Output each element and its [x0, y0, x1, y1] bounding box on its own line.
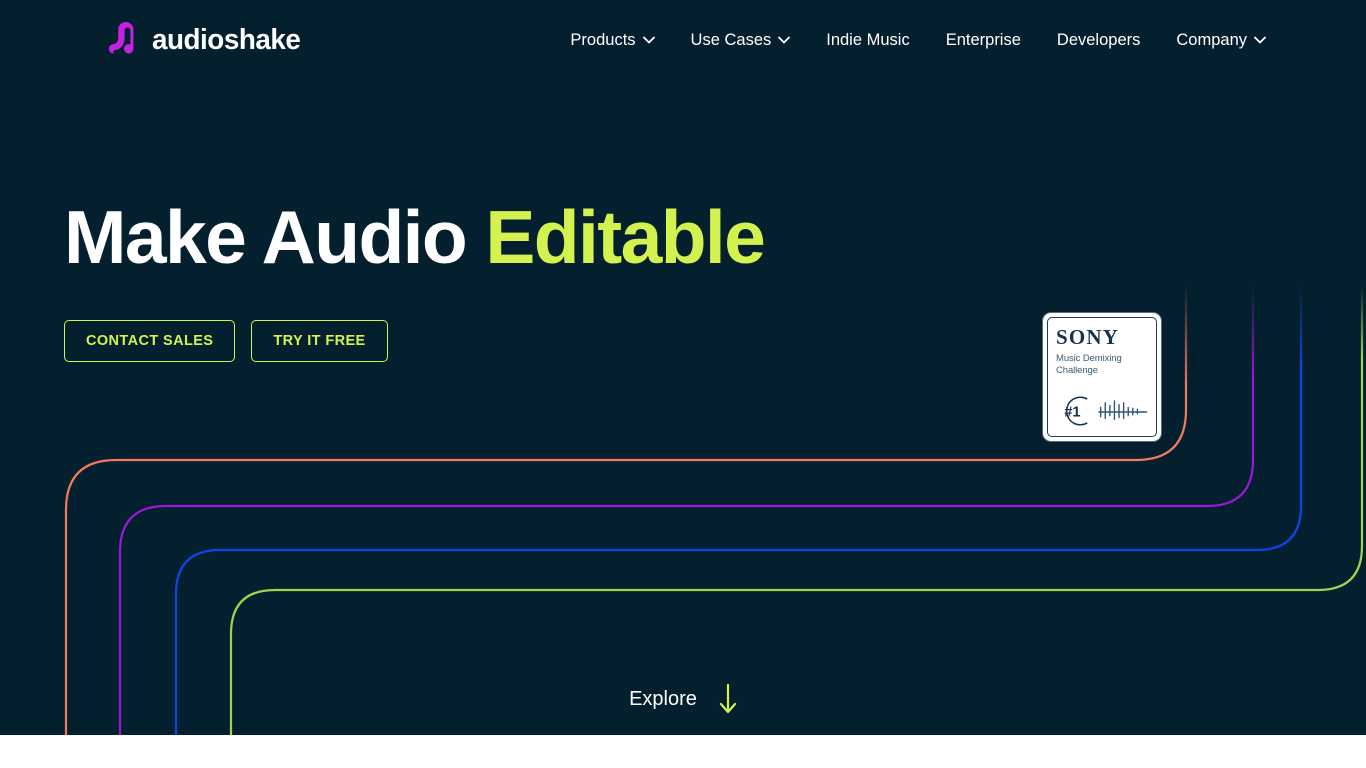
nav-item-developers[interactable]: Developers	[1039, 26, 1158, 55]
sony-badge-line2: Challenge	[1056, 364, 1098, 376]
logo-wordmark: audioshake	[152, 23, 301, 56]
page-footer-strip	[0, 735, 1366, 768]
nav-item-label: Products	[570, 31, 636, 49]
nav-item-label: Company	[1176, 31, 1247, 49]
explore-label: Explore	[629, 688, 697, 710]
main-navigation: Products Use Cases Indie Music Enterpris…	[552, 26, 1284, 55]
headline-accent: Editable	[485, 195, 766, 279]
nav-item-label: Developers	[1056, 31, 1141, 49]
nav-item-label: Use Cases	[690, 31, 772, 49]
nav-item-enterprise[interactable]: Enterprise	[928, 26, 1039, 55]
hero-section: audioshake Products Use Cases Indie Musi	[0, 0, 1366, 735]
site-header: audioshake Products Use Cases Indie Musi	[0, 0, 1366, 80]
rank-number-one-icon: #1	[1064, 396, 1088, 426]
sony-badge-rank-row: #1	[1056, 394, 1148, 430]
logo-link[interactable]: audioshake	[104, 20, 307, 60]
cta-button-row: CONTACT SALES TRY IT FREE	[64, 320, 388, 362]
decorative-nested-lines	[64, 286, 1364, 735]
nav-item-company[interactable]: Company	[1158, 26, 1284, 55]
sony-badge-subtitle: Music Demixing Challenge	[1056, 353, 1148, 377]
chevron-down-icon	[1254, 36, 1266, 44]
nav-item-label: Indie Music	[826, 31, 910, 49]
explore-scroll-cue[interactable]: Explore	[0, 684, 1366, 714]
page-title: Make Audio Editable	[64, 195, 766, 279]
contact-sales-button[interactable]: CONTACT SALES	[64, 320, 236, 362]
try-it-free-button[interactable]: TRY IT FREE	[251, 320, 388, 362]
svg-text:#1: #1	[1064, 405, 1080, 421]
green-line	[229, 286, 1364, 735]
chevron-down-icon	[642, 36, 655, 44]
sony-brand-text: SONY	[1056, 325, 1120, 349]
sony-badge-line1: Music Demixing	[1056, 353, 1122, 364]
nav-item-indie-music[interactable]: Indie Music	[808, 26, 927, 55]
headline-plain: Make Audio	[64, 195, 486, 279]
nav-item-products[interactable]: Products	[552, 26, 672, 55]
nav-item-use-cases[interactable]: Use Cases	[673, 26, 809, 55]
sony-award-badge-inner: SONY Music Demixing Challenge #1	[1047, 317, 1157, 437]
sony-award-badge: SONY Music Demixing Challenge #1	[1043, 313, 1161, 441]
chevron-down-icon	[778, 36, 791, 44]
waveform-icon	[1097, 400, 1147, 421]
nav-item-label: Enterprise	[945, 31, 1021, 49]
audioshake-wave-icon	[108, 22, 134, 54]
arrow-down-icon	[719, 684, 737, 714]
page-root: audioshake Products Use Cases Indie Musi	[0, 0, 1366, 768]
